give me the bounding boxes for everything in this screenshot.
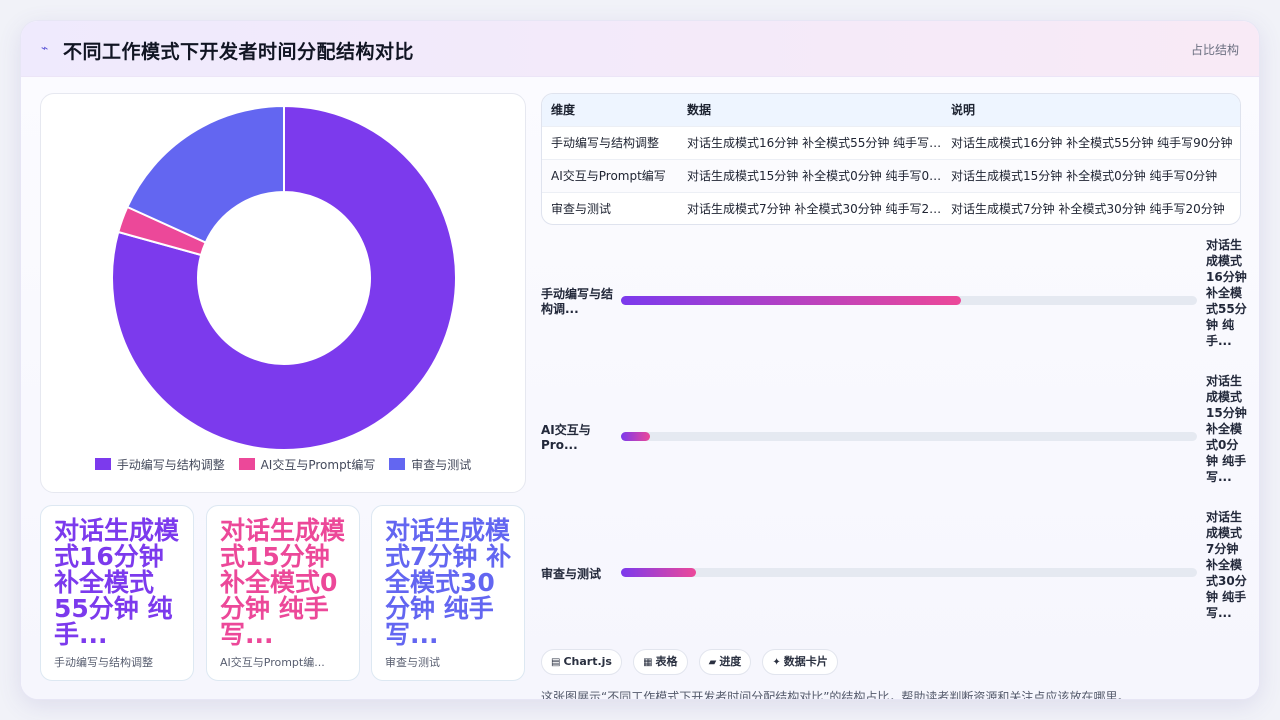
- legend-item[interactable]: 审查与测试: [389, 456, 471, 473]
- cards-icon: ✦: [772, 657, 781, 668]
- button-label: 数据卡片: [783, 655, 828, 668]
- column-header: 数据: [687, 103, 712, 118]
- chart-legend: 手动编写与结构调整 AI交互与Prompt编写 审查与测试: [41, 456, 525, 473]
- chart-description: 这张图展示“不同工作模式下开发者时间分配结构对比”的结构占比，帮助读者判断资源和…: [541, 690, 1130, 700]
- data-cards-button[interactable]: ✦ 数据卡片: [762, 649, 838, 675]
- table-cell: 对话生成模式16分钟 补全模式55分钟 纯手写90分钟: [942, 125, 1240, 159]
- progress-value: 对话生成模式7分钟 补全模式30分钟 纯手写...: [1206, 510, 1247, 620]
- table-button[interactable]: ▦ 表格: [633, 649, 688, 675]
- column-header: 说明: [951, 103, 976, 118]
- progress-value: 对话生成模式15分钟 补全模式0分钟 纯手写...: [1206, 374, 1247, 484]
- stat-label: 手动编写与结构调整: [54, 656, 153, 669]
- table-row: AI交互与Prompt编写 对话生成模式15分钟 补全模式0分钟 纯手写0分钟 …: [542, 158, 1240, 192]
- table-row: 审查与测试 对话生成模式7分钟 补全模式30分钟 纯手写20分钟 对话生成模式7…: [542, 191, 1240, 224]
- button-label: Chart.js: [563, 655, 612, 668]
- table-cell: 对话生成模式16分钟 补全模式55分钟 纯手写90分钟: [678, 125, 942, 159]
- progress-track: [621, 568, 1197, 577]
- legend-item[interactable]: 手动编写与结构调整: [94, 456, 225, 473]
- table-icon: ▦: [643, 657, 653, 668]
- header-bar: ⌁ 不同工作模式下开发者时间分配结构对比 占比结构: [21, 21, 1259, 77]
- stat-label: AI交互与Prompt编...: [220, 656, 325, 669]
- chartjs-button[interactable]: ▤ Chart.js: [541, 649, 622, 675]
- progress-button[interactable]: ▰ 进度: [698, 649, 752, 675]
- column-header: 维度: [551, 103, 576, 118]
- button-label: 进度: [719, 655, 742, 668]
- table-cell: AI交互与Prompt编写: [542, 158, 678, 192]
- stat-card: 对话生成模式16分钟 补全模式55分钟 纯手... 手动编写与结构调整: [40, 505, 194, 681]
- progress-icon: ▰: [708, 657, 717, 668]
- table-cell: 对话生成模式7分钟 补全模式30分钟 纯手写20分钟: [942, 191, 1240, 224]
- table-cell: 手动编写与结构调整: [542, 125, 678, 159]
- chart-type-tag: 占比结构: [1190, 43, 1239, 57]
- progress-track: [621, 432, 1197, 441]
- stat-card: 对话生成模式7分钟 补全模式30分钟 纯手写... 审查与测试: [371, 505, 525, 681]
- progress-label: 手动编写与结构调...: [541, 287, 614, 316]
- table-cell: 对话生成模式15分钟 补全模式0分钟 纯手写0分钟: [942, 158, 1240, 192]
- progress-label: AI交互与Pro...: [541, 423, 591, 452]
- view-switcher: ▤ Chart.js ▦ 表格 ▰ 进度 ✦ 数据卡片: [541, 649, 844, 675]
- stat-value: 对话生成模式16分钟 补全模式55分钟 纯手...: [54, 516, 180, 649]
- sparkle-icon: ⌁: [41, 41, 49, 55]
- donut-chart: [111, 104, 457, 451]
- legend-label: 审查与测试: [411, 458, 472, 472]
- stat-value: 对话生成模式7分钟 补全模式30分钟 纯手写...: [385, 516, 512, 649]
- legend-label: 手动编写与结构调整: [116, 458, 225, 472]
- progress-label: 审查与测试: [541, 567, 602, 581]
- button-label: 表格: [655, 655, 678, 668]
- dashboard-panel: ⌁ 不同工作模式下开发者时间分配结构对比 占比结构 手动编写与结构调整 AI交互…: [20, 20, 1260, 700]
- progress-track: [621, 296, 1197, 305]
- progress-value: 对话生成模式16分钟 补全模式55分钟 纯手...: [1206, 238, 1247, 348]
- stat-label: 审查与测试: [385, 656, 440, 669]
- legend-item[interactable]: AI交互与Prompt编写: [238, 456, 376, 473]
- donut-chart-card: 手动编写与结构调整 AI交互与Prompt编写 审查与测试: [40, 93, 526, 493]
- table-row: 手动编写与结构调整 对话生成模式16分钟 补全模式55分钟 纯手写90分钟 对话…: [542, 125, 1240, 159]
- stat-card: 对话生成模式15分钟 补全模式0分钟 纯手写... AI交互与Prompt编..…: [206, 505, 360, 681]
- page-title: 不同工作模式下开发者时间分配结构对比: [63, 41, 415, 63]
- data-table: 维度 数据 说明 手动编写与结构调整 对话生成模式16分钟 补全模式55分钟 纯…: [541, 93, 1241, 225]
- table-cell: 对话生成模式15分钟 补全模式0分钟 纯手写0分钟: [678, 158, 942, 192]
- progress-fill: [621, 432, 650, 441]
- table-header-row: 维度 数据 说明: [542, 94, 1240, 126]
- progress-fill: [621, 568, 696, 577]
- table-cell: 审查与测试: [542, 191, 678, 224]
- progress-fill: [621, 296, 961, 305]
- stat-value: 对话生成模式15分钟 补全模式0分钟 纯手写...: [220, 516, 346, 649]
- chart-icon: ▤: [551, 657, 561, 668]
- legend-label: AI交互与Prompt编写: [260, 458, 376, 472]
- table-cell: 对话生成模式7分钟 补全模式30分钟 纯手写20分钟: [678, 191, 942, 224]
